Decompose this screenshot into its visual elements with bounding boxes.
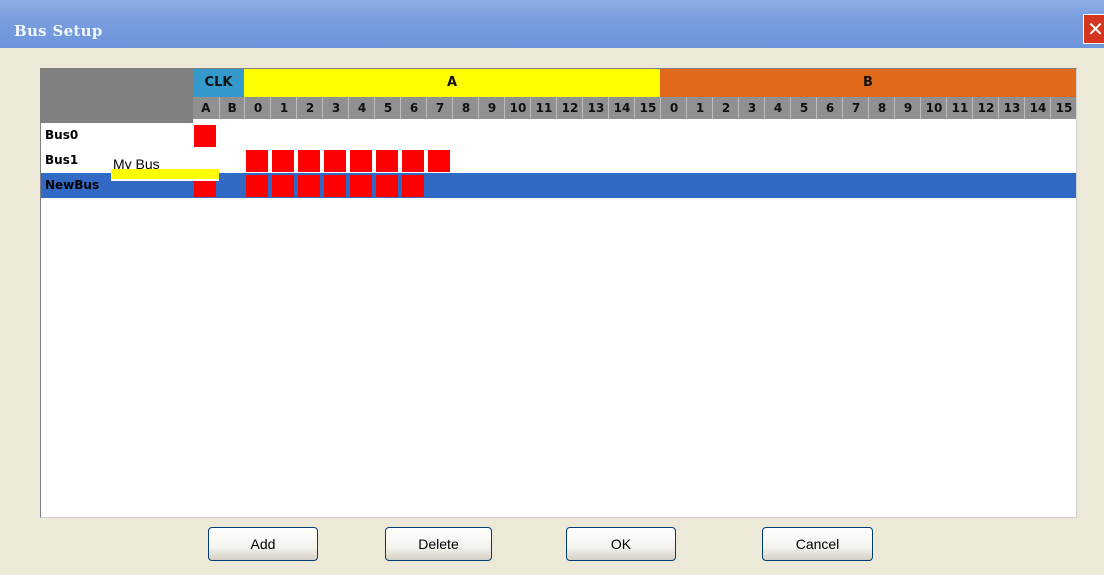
group-header-b: B <box>660 69 1076 97</box>
grid-corner-header <box>41 69 193 123</box>
assigned-cell[interactable] <box>272 175 294 197</box>
delete-button[interactable]: Delete <box>385 527 492 561</box>
assigned-cell[interactable] <box>246 175 268 197</box>
column-header-a-12: 12 <box>556 97 583 119</box>
assigned-cell[interactable] <box>402 150 424 172</box>
column-header-b-10: 10 <box>920 97 947 119</box>
column-header-b-4: 4 <box>764 97 791 119</box>
column-header-a-14: 14 <box>608 97 635 119</box>
add-button[interactable]: Add <box>208 527 318 561</box>
assigned-cell[interactable] <box>428 150 450 172</box>
column-header-b-8: 8 <box>868 97 895 119</box>
editor-highlight-bar <box>111 169 219 179</box>
column-header-clk-A: A <box>201 101 211 115</box>
assigned-cell[interactable] <box>376 150 398 172</box>
assigned-cell[interactable] <box>324 175 346 197</box>
assigned-cell[interactable] <box>402 175 424 197</box>
assigned-cell[interactable] <box>324 150 346 172</box>
column-header-a-3: 3 <box>322 97 349 119</box>
column-header-b-15: 15 <box>1050 97 1076 119</box>
column-header-b-14: 14 <box>1024 97 1051 119</box>
assigned-cell[interactable] <box>350 175 372 197</box>
column-header-a-7: 7 <box>426 97 453 119</box>
rename-editor[interactable]: My Bus <box>111 153 219 181</box>
assigned-cell[interactable] <box>298 150 320 172</box>
assigned-cell[interactable] <box>376 175 398 197</box>
ok-button[interactable]: OK <box>566 527 676 561</box>
title-bar: Bus Setup ✕ <box>0 0 1104 48</box>
bus-name: Bus0 <box>45 128 79 142</box>
column-header-b-13: 13 <box>998 97 1025 119</box>
column-header-b-2: 2 <box>712 97 739 119</box>
column-header-a-15: 15 <box>634 97 661 119</box>
column-header-a-0: 0 <box>244 97 271 119</box>
column-header-b-9: 9 <box>894 97 921 119</box>
assigned-cell[interactable] <box>194 125 216 147</box>
column-header-a-2: 2 <box>296 97 323 119</box>
column-header-a-10: 10 <box>504 97 531 119</box>
assigned-cell[interactable] <box>298 175 320 197</box>
column-header-b-11: 11 <box>946 97 973 119</box>
column-header-b-12: 12 <box>972 97 999 119</box>
window-title: Bus Setup <box>14 22 103 40</box>
column-header-a-8: 8 <box>452 97 479 119</box>
column-header-b-0: 0 <box>660 97 687 119</box>
column-header-b-5: 5 <box>790 97 817 119</box>
group-header-clk: CLK <box>193 69 244 97</box>
column-header-b-6: 6 <box>816 97 843 119</box>
cancel-button[interactable]: Cancel <box>762 527 873 561</box>
assigned-cell[interactable] <box>272 150 294 172</box>
column-header-a-11: 11 <box>530 97 557 119</box>
assigned-cell[interactable] <box>246 150 268 172</box>
column-header-b-3: 3 <box>738 97 765 119</box>
close-icon[interactable]: ✕ <box>1083 14 1104 44</box>
bus-grid: CLK A B A B 0 1 2 3 4 5 6 7 8 9 10 11 12 13 14 15 0 1 2 3 4 5 6 7… <box>40 68 1077 518</box>
column-header-a-4: 4 <box>348 97 375 119</box>
bus-name: Bus1 <box>45 153 79 167</box>
assigned-cell[interactable] <box>350 150 372 172</box>
column-header-a-6: 6 <box>400 97 427 119</box>
column-header-a-9: 9 <box>478 97 505 119</box>
column-header-clk-B: B <box>218 97 246 119</box>
column-header-b-7: 7 <box>842 97 869 119</box>
column-header-a-1: 1 <box>270 97 297 119</box>
bus-name: NewBus <box>45 178 100 192</box>
column-header-row: A B 0 1 2 3 4 5 6 7 8 9 10 11 12 13 14 15 0 1 2 3 4 5 6 7 8 9 10 11 12… <box>193 97 1076 119</box>
bus-row-bus0[interactable]: Bus0 <box>41 123 1076 148</box>
column-header-b-1: 1 <box>686 97 713 119</box>
group-header-a: A <box>244 69 660 97</box>
column-header-a-5: 5 <box>374 97 401 119</box>
column-header-a-13: 13 <box>582 97 609 119</box>
